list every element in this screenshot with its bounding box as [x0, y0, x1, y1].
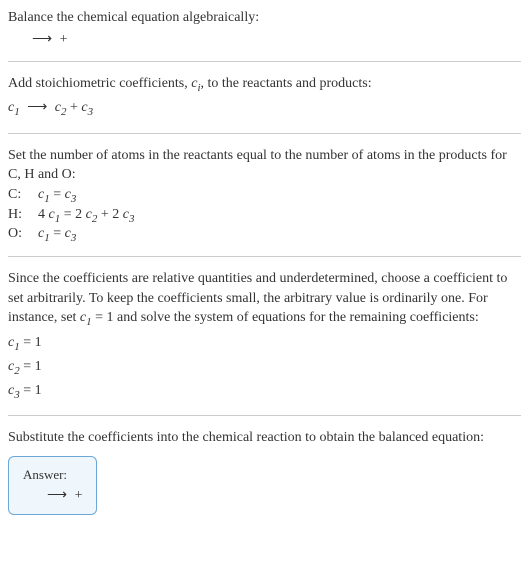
atom-balance-text: Set the number of atoms in the reactants…	[8, 146, 521, 185]
stoich-text: Add stoichiometric coefficients, ci, to …	[8, 74, 521, 96]
plus-text: +	[75, 488, 83, 503]
answer-box: Answer: ⟶ +	[8, 456, 97, 515]
divider	[8, 415, 521, 416]
stoich-equation: c1 ⟶ c2 + c3	[8, 98, 521, 120]
coeff-c3: c3 = 1	[8, 381, 521, 403]
arrow-icon: ⟶	[47, 487, 67, 504]
answer-label: Answer:	[23, 467, 82, 483]
section-balance-intro: Balance the chemical equation algebraica…	[8, 8, 521, 49]
answer-equation: ⟶ +	[23, 487, 82, 504]
divider	[8, 61, 521, 62]
section-solve: Since the coefficients are relative quan…	[8, 269, 521, 403]
intro-equation: ⟶ +	[8, 30, 521, 50]
equation-row-h: H: 4 c1 = 2 c2 + 2 c3	[8, 207, 521, 225]
intro-text: Balance the chemical equation algebraica…	[8, 8, 521, 28]
equation-row-c: C: c1 = c3	[8, 187, 521, 205]
section-substitute: Substitute the coefficients into the che…	[8, 428, 521, 515]
section-stoichiometric: Add stoichiometric coefficients, ci, to …	[8, 74, 521, 120]
solve-text: Since the coefficients are relative quan…	[8, 269, 521, 330]
equation-row-o: O: c1 = c3	[8, 226, 521, 244]
arrow-icon: ⟶	[27, 98, 47, 118]
divider	[8, 133, 521, 134]
coeff-c2: c2 = 1	[8, 357, 521, 379]
plus-text: +	[60, 32, 68, 47]
coeff-c1: c1 = 1	[8, 333, 521, 355]
section-atom-balance: Set the number of atoms in the reactants…	[8, 146, 521, 245]
divider	[8, 256, 521, 257]
arrow-icon: ⟶	[32, 30, 52, 50]
substitute-text: Substitute the coefficients into the che…	[8, 428, 521, 448]
